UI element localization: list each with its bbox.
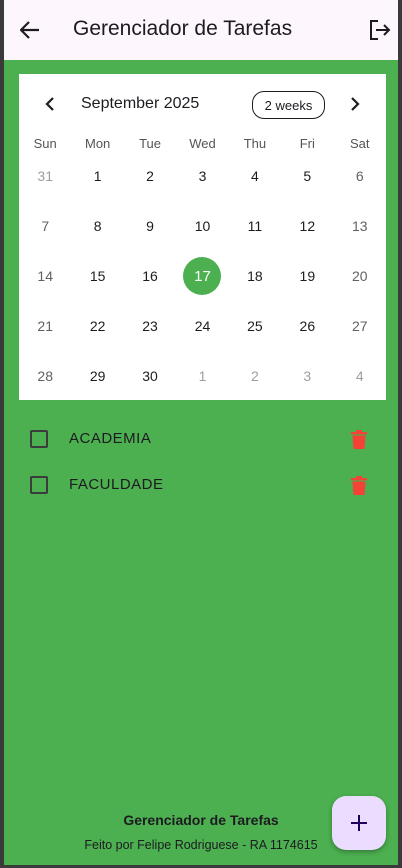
calendar-day[interactable]: 3 [281,351,333,401]
calendar-day[interactable]: 19 [281,251,333,301]
logout-button[interactable] [368,18,392,42]
calendar-day[interactable]: 9 [124,201,176,251]
calendar-day[interactable]: 11 [229,201,281,251]
calendar-week: 21 22 23 24 25 26 27 [19,301,386,351]
calendar-day[interactable]: 5 [281,151,333,201]
calendar-day[interactable]: 28 [19,351,71,401]
calendar-day[interactable]: 13 [334,201,386,251]
calendar-day[interactable]: 10 [176,201,228,251]
calendar-day[interactable]: 14 [19,251,71,301]
calendar-month-label: September 2025 [81,95,200,112]
page-title: Gerenciador de Tarefas [73,17,293,40]
task-list: ACADEMIA FACULDADE [4,416,398,508]
list-item: ACADEMIA [4,416,398,462]
calendar-day[interactable]: 4 [229,151,281,201]
calendar-day[interactable]: 25 [229,301,281,351]
calendar-day[interactable]: 15 [71,251,123,301]
calendar-day[interactable]: 4 [334,351,386,401]
app-screen: Gerenciador de Tarefas September 2025 2 … [4,0,398,865]
arrow-left-icon [20,21,39,39]
trash-icon [351,475,367,495]
calendar-day[interactable]: 2 [124,151,176,201]
chevron-right-icon [351,97,360,111]
previous-month-button[interactable] [41,93,59,115]
app-bar: Gerenciador de Tarefas [4,0,398,60]
calendar-week: 14 15 16 17 18 19 20 [19,251,386,301]
calendar-week: 31 1 2 3 4 5 6 [19,151,386,201]
logout-icon [370,20,391,40]
calendar-day[interactable]: 27 [334,301,386,351]
plus-icon [351,815,367,831]
calendar: September 2025 2 weeks Sun Mon Tue Wed T… [19,74,386,400]
chevron-left-icon [45,97,54,111]
calendar-day[interactable]: 21 [19,301,71,351]
calendar-day[interactable]: 1 [176,351,228,401]
calendar-header: September 2025 2 weeks [19,74,386,134]
next-month-button[interactable] [346,93,364,115]
task-label: FACULDADE [69,476,164,493]
list-item: FACULDADE [4,462,398,508]
task-checkbox[interactable] [30,476,48,494]
calendar-day[interactable]: 8 [71,201,123,251]
calendar-grid: 31 1 2 3 4 5 6 7 8 9 10 11 12 13 14 15 1… [19,151,386,401]
calendar-week: 28 29 30 1 2 3 4 [19,351,386,401]
calendar-day[interactable]: 29 [71,351,123,401]
task-checkbox[interactable] [30,430,48,448]
task-label: ACADEMIA [69,430,152,447]
calendar-day[interactable]: 20 [334,251,386,301]
calendar-day[interactable]: 2 [229,351,281,401]
calendar-format-button[interactable]: 2 weeks [252,91,325,119]
calendar-day[interactable]: 6 [334,151,386,201]
calendar-day[interactable]: 12 [281,201,333,251]
calendar-day[interactable]: 22 [71,301,123,351]
add-task-button[interactable] [332,796,386,850]
calendar-day[interactable]: 3 [176,151,228,201]
calendar-day-selected[interactable]: 17 [176,251,228,301]
delete-task-button[interactable] [348,428,370,450]
calendar-day[interactable]: 31 [19,151,71,201]
calendar-week: 7 8 9 10 11 12 13 [19,201,386,251]
calendar-day[interactable]: 23 [124,301,176,351]
calendar-day[interactable]: 24 [176,301,228,351]
calendar-day[interactable]: 18 [229,251,281,301]
trash-icon [351,429,367,449]
calendar-day[interactable]: 1 [71,151,123,201]
back-button[interactable] [18,18,42,42]
calendar-day[interactable]: 30 [124,351,176,401]
calendar-day[interactable]: 16 [124,251,176,301]
calendar-day[interactable]: 7 [19,201,71,251]
delete-task-button[interactable] [348,474,370,496]
calendar-day[interactable]: 26 [281,301,333,351]
